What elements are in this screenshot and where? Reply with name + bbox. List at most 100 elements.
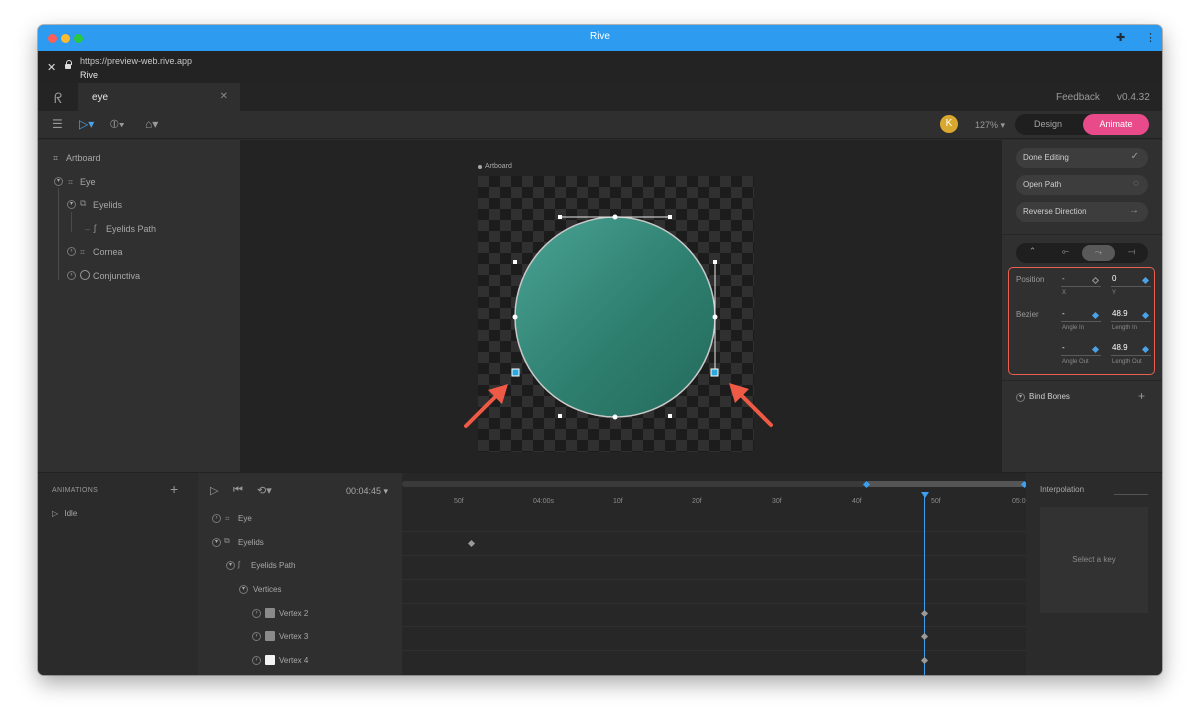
add-bone-icon[interactable]: + bbox=[1138, 389, 1145, 403]
scrollbar-thumb[interactable] bbox=[866, 481, 1026, 487]
expand-icon[interactable]: ▾ bbox=[239, 585, 248, 594]
keyframe-empty-icon[interactable] bbox=[1091, 276, 1100, 285]
timeline-row-vertex-2[interactable]: Vertex 2 bbox=[279, 609, 308, 618]
expand-icon[interactable]: ▾ bbox=[212, 538, 221, 547]
tick-label: 20f bbox=[692, 498, 702, 505]
expand-icon[interactable]: ▾ bbox=[67, 200, 76, 209]
close-icon[interactable]: ✕ bbox=[47, 61, 56, 74]
shape-icon: ⧉ bbox=[224, 536, 230, 545]
skip-back-icon[interactable]: ⏮ bbox=[233, 484, 243, 497]
puzzle-icon[interactable]: ✚ bbox=[1116, 31, 1125, 44]
timeline-row-eye[interactable]: Eye bbox=[238, 514, 252, 523]
stage-overlay bbox=[464, 214, 773, 428]
path-icon: ʃ bbox=[94, 223, 96, 233]
avatar[interactable]: K bbox=[940, 115, 958, 133]
expand-icon[interactable]: › bbox=[252, 656, 261, 665]
divider bbox=[1114, 494, 1148, 495]
keyframe-icon[interactable] bbox=[1141, 345, 1150, 354]
tab-eye[interactable]: eye ✕ bbox=[78, 83, 240, 111]
animate-mode-button[interactable]: Animate bbox=[1083, 114, 1149, 135]
angle-out-field[interactable]: - bbox=[1062, 343, 1065, 352]
angle-in-label: Angle In bbox=[1062, 325, 1085, 331]
url-text[interactable]: https://preview-web.rive.app bbox=[80, 56, 192, 66]
keyframe[interactable] bbox=[920, 609, 929, 618]
ellipse-icon bbox=[80, 270, 90, 280]
play-icon[interactable]: ▷ bbox=[210, 484, 218, 497]
reverse-direction-button[interactable]: Reverse Direction → bbox=[1016, 202, 1148, 222]
zoom-level[interactable]: 127% ▾ bbox=[975, 120, 1005, 131]
tick-label: 40f bbox=[852, 498, 862, 505]
design-mode-button[interactable]: Design bbox=[1015, 114, 1081, 135]
keyframe-icon[interactable] bbox=[1091, 345, 1100, 354]
vertex-type-switch: ⌃ ⟜ ⤳ ⟞ bbox=[1016, 243, 1148, 263]
bind-bones-label: Bind Bones bbox=[1029, 392, 1070, 401]
timeline-row-vertex-4[interactable]: Vertex 4 bbox=[279, 656, 308, 665]
more-menu-icon[interactable]: ⋮ bbox=[1145, 31, 1156, 44]
feedback-link[interactable]: Feedback bbox=[1056, 92, 1100, 103]
tree-item-eye[interactable]: Eye bbox=[80, 177, 96, 187]
tree-item-eyelids[interactable]: Eyelids bbox=[93, 200, 122, 210]
keyframe[interactable] bbox=[467, 539, 476, 548]
keyframe-icon[interactable] bbox=[1141, 311, 1150, 320]
position-x-field[interactable]: - bbox=[1062, 274, 1065, 283]
expand-icon[interactable]: ▾ bbox=[1016, 393, 1025, 402]
keyframe[interactable] bbox=[920, 632, 929, 641]
inspector-panel: Done Editing ✓ Open Path ◌ Reverse Direc… bbox=[1002, 140, 1162, 472]
close-tab-icon[interactable]: ✕ bbox=[220, 91, 228, 102]
expand-icon[interactable]: › bbox=[67, 247, 76, 256]
timeline-row-eyelids[interactable]: Eyelids bbox=[238, 538, 264, 547]
field-underline bbox=[1111, 286, 1151, 287]
playhead-marker-icon[interactable] bbox=[921, 492, 929, 498]
timeline-row-eyelids-path[interactable]: Eyelids Path bbox=[251, 561, 295, 570]
row-divider bbox=[402, 531, 1026, 532]
row-divider bbox=[402, 579, 1026, 580]
mirrored-vertex-icon[interactable]: ⟜ bbox=[1049, 246, 1082, 257]
timeline-row-vertex-3[interactable]: Vertex 3 bbox=[279, 632, 308, 641]
tree-connector: – bbox=[85, 224, 91, 234]
animation-item-idle[interactable]: ▷ Idle bbox=[52, 509, 77, 518]
position-label: Position bbox=[1016, 275, 1045, 284]
expand-icon[interactable]: ▾ bbox=[54, 177, 63, 186]
position-y-field[interactable]: 0 bbox=[1112, 274, 1116, 283]
expand-icon[interactable]: › bbox=[252, 609, 261, 618]
tree-item-artboard[interactable]: Artboard bbox=[66, 153, 101, 163]
pen-tool-icon[interactable]: ⦶▾ bbox=[110, 117, 125, 132]
tree-item-cornea[interactable]: Cornea bbox=[93, 247, 123, 257]
reverse-arrow-icon: → bbox=[1129, 205, 1139, 216]
straight-vertex-icon[interactable]: ⌃ bbox=[1016, 246, 1049, 257]
tree-item-conjunctiva[interactable]: Conjunctiva bbox=[93, 271, 140, 281]
button-label: Open Path bbox=[1023, 180, 1062, 189]
expand-icon[interactable]: › bbox=[212, 514, 221, 523]
add-animation-icon[interactable]: + bbox=[170, 481, 178, 497]
expand-icon[interactable]: › bbox=[67, 271, 76, 280]
length-out-field[interactable]: 48.9 bbox=[1112, 343, 1128, 352]
tree-item-eyelids-path[interactable]: Eyelids Path bbox=[106, 224, 156, 234]
select-tool-icon[interactable]: ▷▾ bbox=[79, 117, 94, 131]
tree-guide bbox=[71, 212, 72, 232]
keyframe-icon[interactable] bbox=[1141, 276, 1150, 285]
stage-canvas[interactable]: Artboard bbox=[240, 140, 1002, 472]
loop-icon[interactable]: ⟲▾ bbox=[257, 484, 272, 497]
handle bbox=[668, 215, 672, 219]
length-in-field[interactable]: 48.9 bbox=[1112, 309, 1128, 318]
timeline-controls: ▷ ⏮ ⟲▾ 00:04:45 ▾ › ⌗ Eye ▾ ⧉ Eyelids ▾ … bbox=[198, 472, 402, 675]
shape-tool-icon[interactable]: ⌂▾ bbox=[145, 117, 158, 131]
timeline-tracks[interactable]: 50f 04:00s 10f 20f 30f 40f 50f 05:00 bbox=[402, 472, 1050, 675]
timeline-row-vertices[interactable]: Vertices bbox=[253, 585, 281, 594]
done-editing-button[interactable]: Done Editing ✓ bbox=[1016, 148, 1148, 168]
playhead[interactable] bbox=[924, 496, 925, 675]
angle-in-field[interactable]: - bbox=[1062, 309, 1065, 318]
open-path-button[interactable]: Open Path ◌ bbox=[1016, 175, 1148, 195]
detached-vertex-icon[interactable]: ⤳ bbox=[1082, 245, 1115, 261]
expand-icon[interactable]: › bbox=[252, 632, 261, 641]
timecode[interactable]: 00:04:45 ▾ bbox=[346, 486, 388, 497]
asymmetric-vertex-icon[interactable]: ⟞ bbox=[1115, 246, 1148, 257]
hamburger-menu-icon[interactable]: ☰ bbox=[52, 117, 63, 131]
keyframe-icon[interactable] bbox=[1091, 311, 1100, 320]
rive-logo-icon[interactable]: ᖇ bbox=[54, 90, 62, 107]
expand-icon[interactable]: ▾ bbox=[226, 561, 235, 570]
angle-out-label: Angle Out bbox=[1062, 359, 1089, 365]
mode-switch: Design Animate bbox=[1015, 114, 1149, 135]
keyframe[interactable] bbox=[920, 656, 929, 665]
vertex-swatch-icon bbox=[265, 655, 275, 665]
